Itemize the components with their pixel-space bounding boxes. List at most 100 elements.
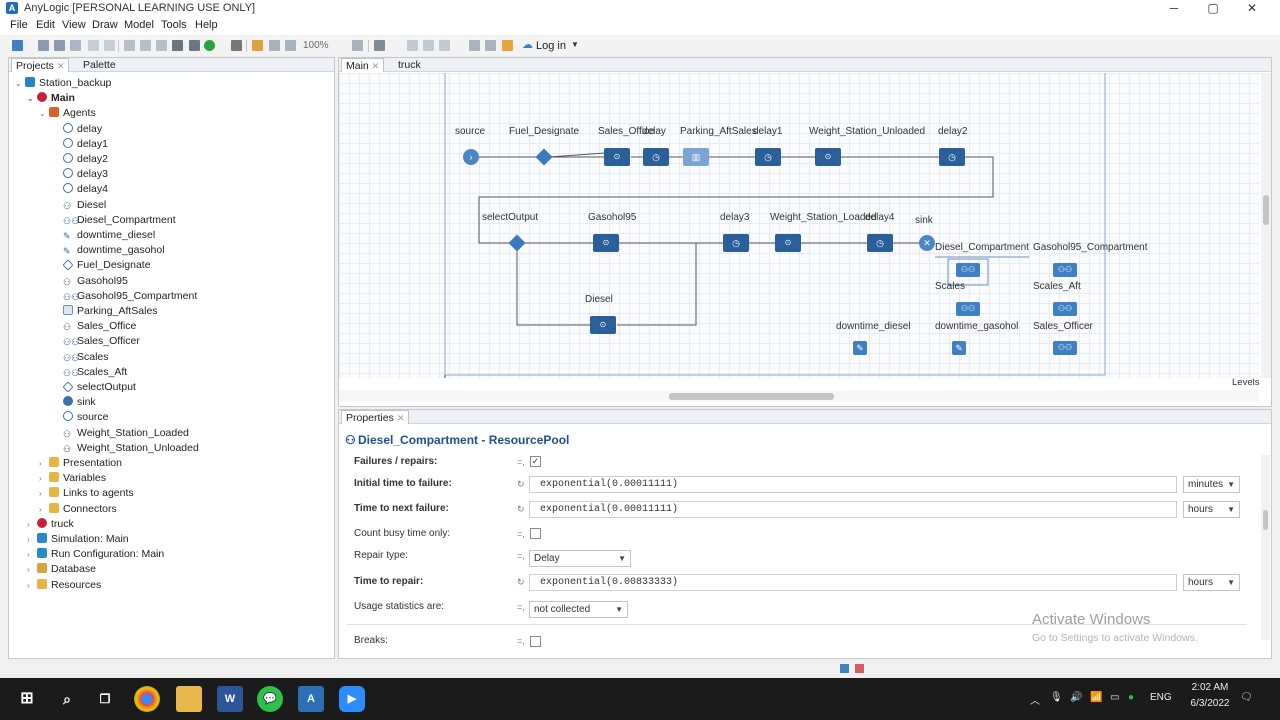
gasohol-block[interactable]: ⊙ bbox=[593, 234, 619, 252]
file-explorer-icon[interactable] bbox=[176, 686, 202, 712]
word-icon[interactable]: W bbox=[217, 686, 243, 712]
tab-properties[interactable]: Properties ✕ bbox=[341, 410, 410, 424]
tree-item-agent[interactable]: ✎ downtime_gasohol bbox=[53, 243, 165, 258]
static-value-icon[interactable]: =, bbox=[517, 529, 525, 539]
line-tray-icon[interactable]: ● bbox=[1128, 692, 1134, 703]
tree-item-agent[interactable]: delay bbox=[53, 122, 102, 137]
tree-item-agent[interactable]: Parking_AftSales bbox=[53, 304, 158, 319]
windows-start-icon[interactable]: ⊞ bbox=[14, 686, 40, 712]
repair-time-unit[interactable]: hours ▼ bbox=[1183, 574, 1240, 591]
downtime-gasohol-block[interactable]: ✎ bbox=[952, 341, 966, 355]
tree-item-agent[interactable]: ⚇⚇Diesel_Compartment bbox=[53, 213, 176, 228]
select-tool-icon[interactable] bbox=[374, 40, 385, 51]
collapsed-chevron-icon[interactable]: › bbox=[27, 578, 37, 593]
expanded-chevron-icon[interactable]: ⌄ bbox=[15, 76, 25, 91]
levels-button[interactable]: Levels bbox=[1232, 377, 1259, 388]
menu-view[interactable]: View bbox=[62, 19, 86, 31]
vertical-scrollbar[interactable] bbox=[1261, 73, 1271, 378]
grid-icon[interactable] bbox=[407, 40, 418, 51]
initial-failure-field[interactable]: exponential(0.00011111) bbox=[529, 476, 1177, 493]
tree-item-agent[interactable]: delay1 bbox=[53, 137, 108, 152]
next-failure-field[interactable]: exponential(0.00011111) bbox=[529, 501, 1177, 518]
dynamic-value-icon[interactable]: ↻ bbox=[517, 577, 525, 588]
align-icon[interactable] bbox=[423, 40, 434, 51]
undo-icon[interactable] bbox=[88, 40, 99, 51]
open-icon[interactable] bbox=[38, 40, 49, 51]
tab-main[interactable]: Main ✕ bbox=[341, 58, 385, 72]
collapsed-chevron-icon[interactable]: › bbox=[39, 502, 49, 517]
close-button[interactable]: ✕ bbox=[1242, 1, 1262, 15]
tree-item-agent[interactable]: ⚇ Weight_Station_Unloaded bbox=[53, 441, 199, 456]
static-value-icon[interactable]: =, bbox=[517, 551, 525, 561]
search-icon[interactable]: ⌕ bbox=[54, 686, 80, 712]
tree-item-other[interactable]: › Resources bbox=[27, 578, 101, 593]
wsl-block[interactable]: ⊙ bbox=[775, 234, 801, 252]
gasohol-compartment-block[interactable]: ⚇⚇ bbox=[1053, 263, 1077, 277]
tree-item-other[interactable]: › Simulation: Main bbox=[27, 532, 129, 547]
breaks-checkbox[interactable] bbox=[530, 636, 541, 647]
static-value-icon[interactable]: =, bbox=[517, 602, 525, 612]
menu-edit[interactable]: Edit bbox=[36, 19, 55, 31]
busy-time-checkbox[interactable] bbox=[530, 528, 541, 539]
login-button[interactable]: Log in bbox=[536, 40, 566, 52]
tree-item-agent[interactable]: ⚇ Weight_Station_Loaded bbox=[53, 426, 189, 441]
tab-truck[interactable]: truck bbox=[394, 58, 425, 72]
tree-item-agent[interactable]: ⚇⚇Scales bbox=[53, 350, 109, 365]
cut-icon[interactable] bbox=[124, 40, 135, 51]
zoom-app-icon[interactable]: ▶ bbox=[339, 686, 365, 712]
zoom-to-fit-icon[interactable] bbox=[352, 40, 363, 51]
tree-item-agent[interactable]: ⚇ Diesel bbox=[53, 198, 106, 213]
tree-item-agent[interactable]: selectOutput bbox=[53, 380, 136, 395]
sales-officer-block[interactable]: ⚇⚇ bbox=[1053, 341, 1077, 355]
clock-time[interactable]: 2:02 AM bbox=[1185, 682, 1235, 693]
tree-item-agent[interactable]: ✎ downtime_diesel bbox=[53, 228, 155, 243]
dynamic-value-icon[interactable]: ↻ bbox=[517, 504, 525, 515]
parking-block[interactable]: ▥ bbox=[683, 148, 709, 166]
tree-item-main-child[interactable]: › Variables bbox=[39, 471, 106, 486]
tree-item-agent[interactable]: ⚇⚇Scales_Aft bbox=[53, 365, 127, 380]
static-value-icon[interactable]: =, bbox=[517, 457, 525, 467]
anylogic-taskbar-icon[interactable]: A bbox=[298, 686, 324, 712]
run-icon[interactable] bbox=[204, 40, 215, 51]
source-block[interactable]: › bbox=[463, 149, 479, 165]
sink-block[interactable]: ✕ bbox=[919, 235, 935, 251]
properties-scrollbar[interactable] bbox=[1261, 455, 1270, 640]
tree-item-other[interactable]: › Run Configuration: Main bbox=[27, 547, 164, 562]
tree-item-root[interactable]: ⌄ Station_backup bbox=[15, 76, 111, 91]
cloud-icon[interactable]: ☁ bbox=[522, 38, 533, 51]
task-view-icon[interactable]: ❐ bbox=[92, 686, 118, 712]
tab-palette[interactable]: Palette bbox=[79, 58, 120, 72]
expanded-chevron-icon[interactable]: ⌄ bbox=[39, 106, 49, 121]
initial-failure-unit[interactable]: minutes ▼ bbox=[1183, 476, 1240, 493]
tree-item-agent[interactable]: source bbox=[53, 410, 109, 425]
tree-item-agents[interactable]: ⌄ Agents bbox=[39, 106, 96, 121]
tree-item-agent[interactable]: ⚇⚇Gasohol95_Compartment bbox=[53, 289, 197, 304]
collapsed-chevron-icon[interactable]: › bbox=[27, 547, 37, 562]
language-indicator[interactable]: ENG bbox=[1150, 692, 1172, 703]
zoom-out-icon[interactable] bbox=[285, 40, 296, 51]
tree-item-main-child[interactable]: › Connectors bbox=[39, 502, 117, 517]
scales-block[interactable]: ⚇⚇ bbox=[956, 302, 980, 316]
downtime-diesel-block[interactable]: ✎ bbox=[853, 341, 867, 355]
scales-aft-block[interactable]: ⚇⚇ bbox=[1053, 302, 1077, 316]
chevron-down-icon[interactable]: ▼ bbox=[571, 40, 579, 49]
line-app-icon[interactable]: 💬 bbox=[257, 686, 283, 712]
copy-icon[interactable] bbox=[140, 40, 151, 51]
save-icon[interactable] bbox=[54, 40, 65, 51]
tree-item-agent[interactable]: delay4 bbox=[53, 182, 108, 197]
collapsed-chevron-icon[interactable]: › bbox=[27, 532, 37, 547]
tree-item-agent[interactable]: delay2 bbox=[53, 152, 108, 167]
menu-tools[interactable]: Tools bbox=[161, 19, 187, 31]
delay4-block[interactable]: ◷ bbox=[867, 234, 893, 252]
new-model-icon[interactable] bbox=[12, 40, 23, 51]
delay-block[interactable]: ◷ bbox=[643, 148, 669, 166]
save-all-icon[interactable] bbox=[70, 40, 81, 51]
stop-icon[interactable] bbox=[231, 40, 242, 51]
battery-icon[interactable]: ▭ bbox=[1110, 692, 1119, 703]
tree-item-main-child[interactable]: › Links to agents bbox=[39, 486, 134, 501]
wsu-block[interactable]: ⊙ bbox=[815, 148, 841, 166]
paste-icon[interactable] bbox=[156, 40, 167, 51]
clock-date[interactable]: 6/3/2022 bbox=[1185, 698, 1235, 709]
tree-item-other[interactable]: › truck bbox=[27, 517, 74, 532]
tree-item-agent[interactable]: ⚇⚇Sales_Officer bbox=[53, 334, 140, 349]
